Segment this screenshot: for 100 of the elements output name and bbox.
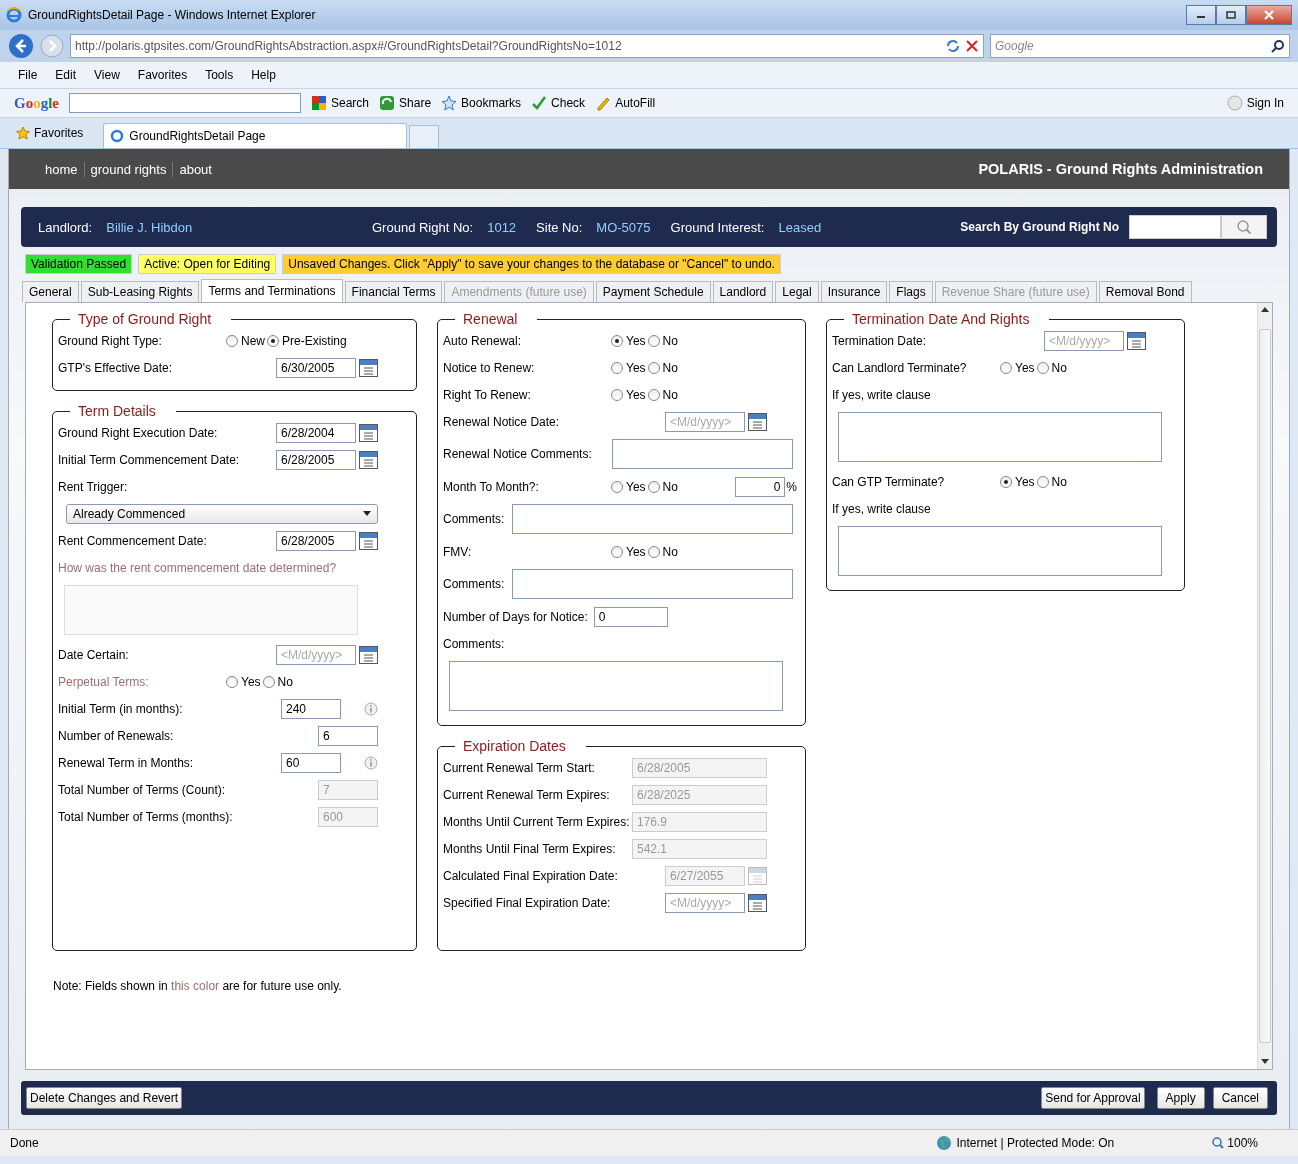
calendar-icon[interactable] <box>1127 331 1146 350</box>
toolbar-button[interactable]: Bookmarks <box>441 95 522 111</box>
revert-button[interactable]: Delete Changes and Revert <box>26 1087 183 1109</box>
field-label: Renewal Term in Months: <box>58 755 194 770</box>
scrollbar[interactable] <box>1257 303 1272 1069</box>
radio-button[interactable] <box>1036 475 1049 488</box>
menu-item[interactable]: Tools <box>205 68 234 82</box>
text-area[interactable] <box>838 526 1162 576</box>
radio-button[interactable] <box>611 361 623 374</box>
menu-item[interactable]: Edit <box>55 68 77 82</box>
toolbar-button[interactable]: Search <box>311 95 370 111</box>
dropdown[interactable]: Already Commenced <box>66 503 378 524</box>
radio-button[interactable] <box>647 334 660 347</box>
menu-item[interactable]: Help <box>251 68 276 82</box>
tab[interactable]: Flags <box>889 281 933 302</box>
new-tab-button[interactable] <box>409 125 440 148</box>
tab[interactable]: Terms and Terminations <box>201 279 343 303</box>
tab[interactable]: Sub-Leasing Rights <box>80 281 200 302</box>
radio-button[interactable] <box>262 675 275 688</box>
tab[interactable]: Payment Schedule <box>595 281 711 302</box>
browser-tab[interactable]: GroundRightsDetail Page <box>103 123 408 148</box>
radio-button[interactable] <box>647 480 660 493</box>
forward-icon[interactable] <box>40 34 64 58</box>
radio-button[interactable] <box>267 334 279 347</box>
calendar-icon[interactable] <box>359 645 378 664</box>
security-zone: Internet | Protected Mode: On <box>956 1136 1115 1150</box>
toolbar-button[interactable]: Sign In <box>1226 95 1284 111</box>
close-button[interactable] <box>1246 5 1292 25</box>
nav-link[interactable]: ground rights <box>83 161 173 177</box>
calendar-icon[interactable] <box>359 423 378 442</box>
menu-item[interactable]: Favorites <box>137 68 188 82</box>
date-field[interactable]: 6/28/2005 <box>276 530 356 551</box>
radio-button[interactable] <box>647 388 660 401</box>
comment-field[interactable] <box>611 439 793 469</box>
back-icon[interactable] <box>8 33 34 59</box>
search-field[interactable]: Google <box>990 34 1290 58</box>
menu-item[interactable]: View <box>94 68 120 82</box>
tab[interactable]: Financial Terms <box>344 281 443 302</box>
calendar-icon[interactable] <box>748 412 767 431</box>
search-icon[interactable] <box>1271 39 1285 53</box>
radio-button[interactable] <box>647 361 660 374</box>
input-field[interactable]: 6 <box>318 725 378 746</box>
toolbar-button[interactable]: Check <box>531 95 586 111</box>
info-icon[interactable] <box>364 701 378 716</box>
calendar-icon[interactable] <box>359 450 378 469</box>
scroll-up-icon[interactable] <box>1261 307 1269 313</box>
comment-field[interactable] <box>512 504 793 534</box>
calendar-icon[interactable] <box>748 893 767 912</box>
info-icon[interactable] <box>364 755 378 770</box>
favorites-button[interactable]: Favorites <box>16 126 84 148</box>
status-badge: Validation Passed <box>25 254 133 274</box>
radio-button[interactable] <box>1000 361 1012 374</box>
search-field[interactable] <box>1129 215 1221 239</box>
info-label: Ground Interest: <box>670 219 765 235</box>
minimize-button[interactable] <box>1186 5 1216 25</box>
field-label: If yes, write clause <box>832 387 931 402</box>
radio-button[interactable] <box>1000 475 1012 488</box>
action-button[interactable]: Send for Approval <box>1041 1087 1145 1109</box>
tab[interactable]: General <box>22 281 79 302</box>
input-field[interactable]: 240 <box>281 698 341 719</box>
tab[interactable]: Removal Bond <box>1098 281 1192 302</box>
nav-link[interactable]: about <box>172 161 218 177</box>
toolbar-button[interactable]: AutoFill <box>595 95 656 111</box>
toolbar-search-field[interactable] <box>69 93 301 113</box>
toolbar-button[interactable]: Share <box>379 95 432 111</box>
action-button[interactable]: Cancel <box>1212 1087 1268 1109</box>
search-button[interactable] <box>1221 215 1267 239</box>
radio-button[interactable] <box>226 334 238 347</box>
radio-button[interactable] <box>611 388 623 401</box>
input-field[interactable]: 60 <box>281 752 341 773</box>
maximize-button[interactable] <box>1216 5 1246 25</box>
nav-link[interactable]: home <box>39 161 84 177</box>
radio-button[interactable] <box>611 480 623 493</box>
menu-item[interactable]: File <box>18 68 38 82</box>
date-field[interactable]: 6/28/2004 <box>276 422 356 443</box>
date-field[interactable]: 6/30/2005 <box>276 357 356 378</box>
text-area[interactable] <box>449 661 783 711</box>
tab[interactable]: Legal <box>775 281 819 302</box>
action-button[interactable]: Apply <box>1156 1087 1205 1109</box>
calendar-icon[interactable] <box>359 531 378 550</box>
radio-button[interactable] <box>1036 361 1049 374</box>
radio-button[interactable] <box>226 675 238 688</box>
comment-field[interactable] <box>512 569 793 599</box>
zoom-button[interactable]: 100% <box>1212 1136 1258 1150</box>
input-field[interactable]: 0 <box>593 606 668 627</box>
refresh-icon[interactable] <box>945 38 961 54</box>
field-label: Renewal Notice Date: <box>443 414 560 429</box>
tab[interactable]: Landlord <box>712 281 774 302</box>
radio-button[interactable] <box>647 545 660 558</box>
text-area[interactable] <box>838 412 1162 462</box>
date-field[interactable]: 6/28/2005 <box>276 449 356 470</box>
scroll-down-icon[interactable] <box>1261 1059 1269 1065</box>
radio-button[interactable] <box>611 334 623 347</box>
percent-field[interactable]: 0 <box>735 476 786 497</box>
address-bar[interactable]: http://polaris.gtpsites.com/GroundRightsAbstraction.aspx#/GroundRightsDetail?GroundRightsNo=1012 <box>70 34 984 58</box>
tab[interactable]: Insurance <box>820 281 888 302</box>
close-icon[interactable] <box>965 39 979 53</box>
radio-button[interactable] <box>611 545 623 558</box>
field-label: Auto Renewal: <box>443 333 523 348</box>
calendar-icon[interactable] <box>359 358 378 377</box>
